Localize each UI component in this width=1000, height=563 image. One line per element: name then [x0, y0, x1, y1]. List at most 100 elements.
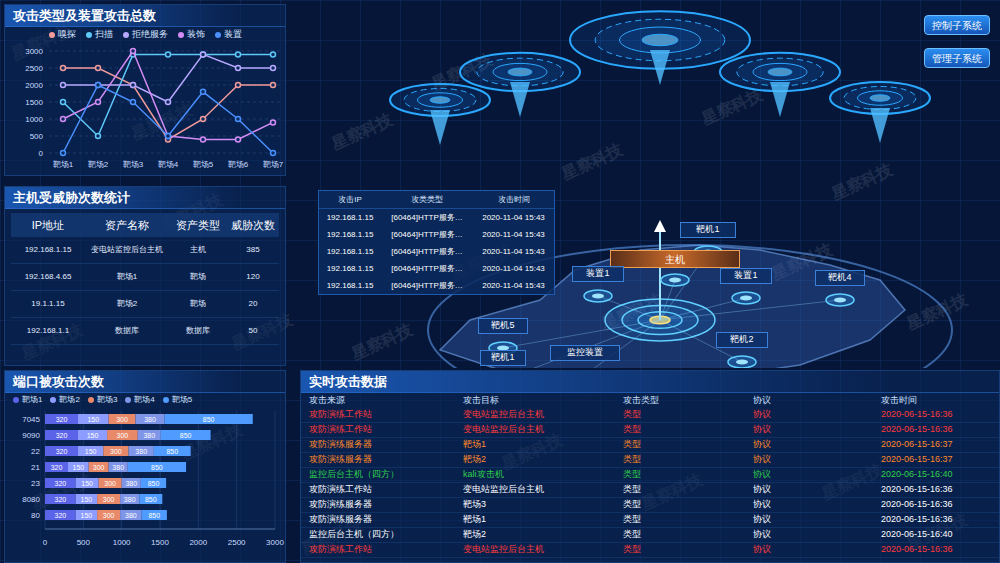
bar-segment	[109, 414, 136, 424]
bar-segment	[107, 430, 138, 440]
map-node[interactable]: 主机	[610, 250, 740, 268]
node-label: 靶机2	[730, 333, 753, 347]
x-tick: 500	[77, 538, 91, 547]
segment-label: 850	[151, 464, 163, 471]
list-cell: 2020-11-04 15:43	[473, 229, 554, 241]
data-point	[201, 89, 206, 94]
table-cell: 类型	[623, 483, 753, 497]
bar-segment	[103, 446, 128, 456]
list-cell: 192.168.1.15	[319, 280, 381, 292]
segment-label: 150	[73, 464, 85, 471]
map-node[interactable]: 靶机1	[680, 222, 736, 238]
column-header: 攻击来源	[309, 394, 463, 408]
bar-segment	[128, 462, 186, 472]
subsystem-button[interactable]: 管理子系统	[924, 48, 990, 68]
bar-segment	[120, 510, 141, 520]
segment-label: 320	[54, 496, 66, 503]
data-point	[96, 134, 101, 139]
legend-dot	[86, 32, 92, 38]
bar-segment	[109, 462, 128, 472]
grid-line	[275, 411, 276, 529]
bar-segment	[99, 478, 122, 488]
table-cell: 协议	[753, 498, 881, 512]
table-cell: 类型	[623, 423, 753, 437]
left-column: 攻击类型及装置攻击总数嗅探扫描拒绝服务装饰装置30002500200015001…	[0, 0, 290, 563]
dashboard: 星察科技星察科技星察科技星察科技星察科技星察科技星察科技星察科技星察科技星察科技…	[0, 0, 1000, 563]
segment-label: 850	[203, 416, 215, 423]
segment-label: 320	[56, 416, 68, 423]
map-node[interactable]: 靶机5	[478, 318, 528, 334]
legend-item: 靶场4	[125, 394, 154, 406]
table-row: 攻防演练服务器靶场1类型协议2020-06-15-16:36	[301, 513, 999, 528]
map-canvas	[290, 0, 1000, 368]
table-cell: 192.168.4.65	[11, 271, 85, 283]
legend-item: 靶场3	[88, 394, 117, 406]
bar-segment	[165, 414, 253, 424]
link-line	[660, 300, 840, 320]
realtime-panel: 实时攻击数据攻击来源攻击目标攻击类型协议攻击时间攻防演练工作站变电站监控后台主机…	[300, 370, 1000, 563]
table-cell: 监控后台主机（四方）	[309, 468, 463, 482]
map-stage: 靶机1主机装置1装置1靶机4靶机5监控装置靶机2靶机1攻击IP攻类类型攻击时间1…	[290, 0, 1000, 368]
table-cell: 协议	[753, 453, 881, 467]
threat-panel: 主机受威胁次数统计IP地址资产名称资产类型威胁次数192.168.1.15变电站…	[4, 186, 286, 366]
list-row: 192.168.1.15[60464]HTTP服务…2020-11-04 15:…	[319, 243, 554, 260]
table-cell: 变电站监控后台主机	[463, 543, 623, 557]
bar-segment	[45, 414, 78, 424]
table-cell: 2020-06-15-16:40	[881, 468, 991, 482]
bar-segment	[97, 494, 120, 504]
data-point	[236, 52, 241, 57]
map-node[interactable]: 靶机2	[716, 332, 768, 348]
legend-item: 拒绝服务	[123, 28, 168, 42]
segment-label: 150	[85, 448, 97, 455]
segment-label: 850	[145, 496, 157, 503]
legend-item: 装饰	[178, 28, 205, 42]
port-label: 9090	[22, 431, 40, 440]
bar-segment	[141, 478, 166, 488]
bar-segment	[45, 462, 68, 472]
legend-dot	[13, 397, 19, 403]
map-node[interactable]: 装置1	[572, 266, 624, 282]
table-cell: 协议	[753, 483, 881, 497]
table-row: 监控后台主机（四方）kali攻击机类型协议2020-06-15-16:40	[301, 468, 999, 483]
subsystem-button[interactable]: 控制子系统	[924, 15, 990, 35]
data-point	[201, 117, 206, 122]
map-node[interactable]: 监控装置	[550, 345, 620, 361]
data-point	[271, 151, 276, 156]
data-point	[166, 134, 171, 139]
table-cell: 2020-06-15-16:36	[881, 513, 991, 527]
data-point	[131, 100, 136, 105]
column-header: 资产名称	[85, 217, 169, 234]
table-row: 攻防演练工作站变电站监控后台主机类型协议2020-06-15-16:36	[301, 423, 999, 438]
list-cell: [60464]HTTP服务…	[381, 229, 473, 241]
legend-label: 靶场5	[172, 394, 192, 406]
list-cell: 192.168.1.15	[319, 263, 381, 275]
segment-label: 850	[166, 448, 178, 455]
map-node[interactable]: 装置1	[720, 268, 772, 284]
data-point	[166, 100, 171, 105]
segment-label: 850	[148, 512, 160, 519]
map-node[interactable]: 靶机4	[815, 270, 865, 286]
column-header: 威胁次数	[227, 217, 279, 234]
node-label: 靶机1	[491, 351, 514, 365]
y-tick: 500	[30, 132, 44, 141]
data-point	[271, 66, 276, 71]
segment-label: 380	[144, 416, 156, 423]
segment-label: 380	[135, 448, 147, 455]
grid-line	[198, 411, 199, 529]
watermark-text: 星察科技	[558, 138, 626, 187]
bar-segment	[122, 478, 141, 488]
x-label: 靶场4	[158, 160, 179, 169]
list-row: 192.168.1.15[60464]HTTP服务…2020-11-04 15:…	[319, 260, 554, 277]
table-cell: kali攻击机	[463, 468, 623, 482]
data-point	[201, 52, 206, 57]
map-node[interactable]: 靶机1	[480, 350, 526, 366]
legend-dot	[125, 397, 131, 403]
table-cell: 数据库	[85, 325, 169, 337]
data-point	[96, 83, 101, 88]
data-point	[61, 83, 66, 88]
legend-label: 扫描	[95, 28, 113, 42]
node-label: 装置1	[586, 267, 609, 281]
legend-label: 靶场1	[22, 394, 42, 406]
list-cell: [60464]HTTP服务…	[381, 246, 473, 258]
segment-label: 320	[51, 464, 63, 471]
